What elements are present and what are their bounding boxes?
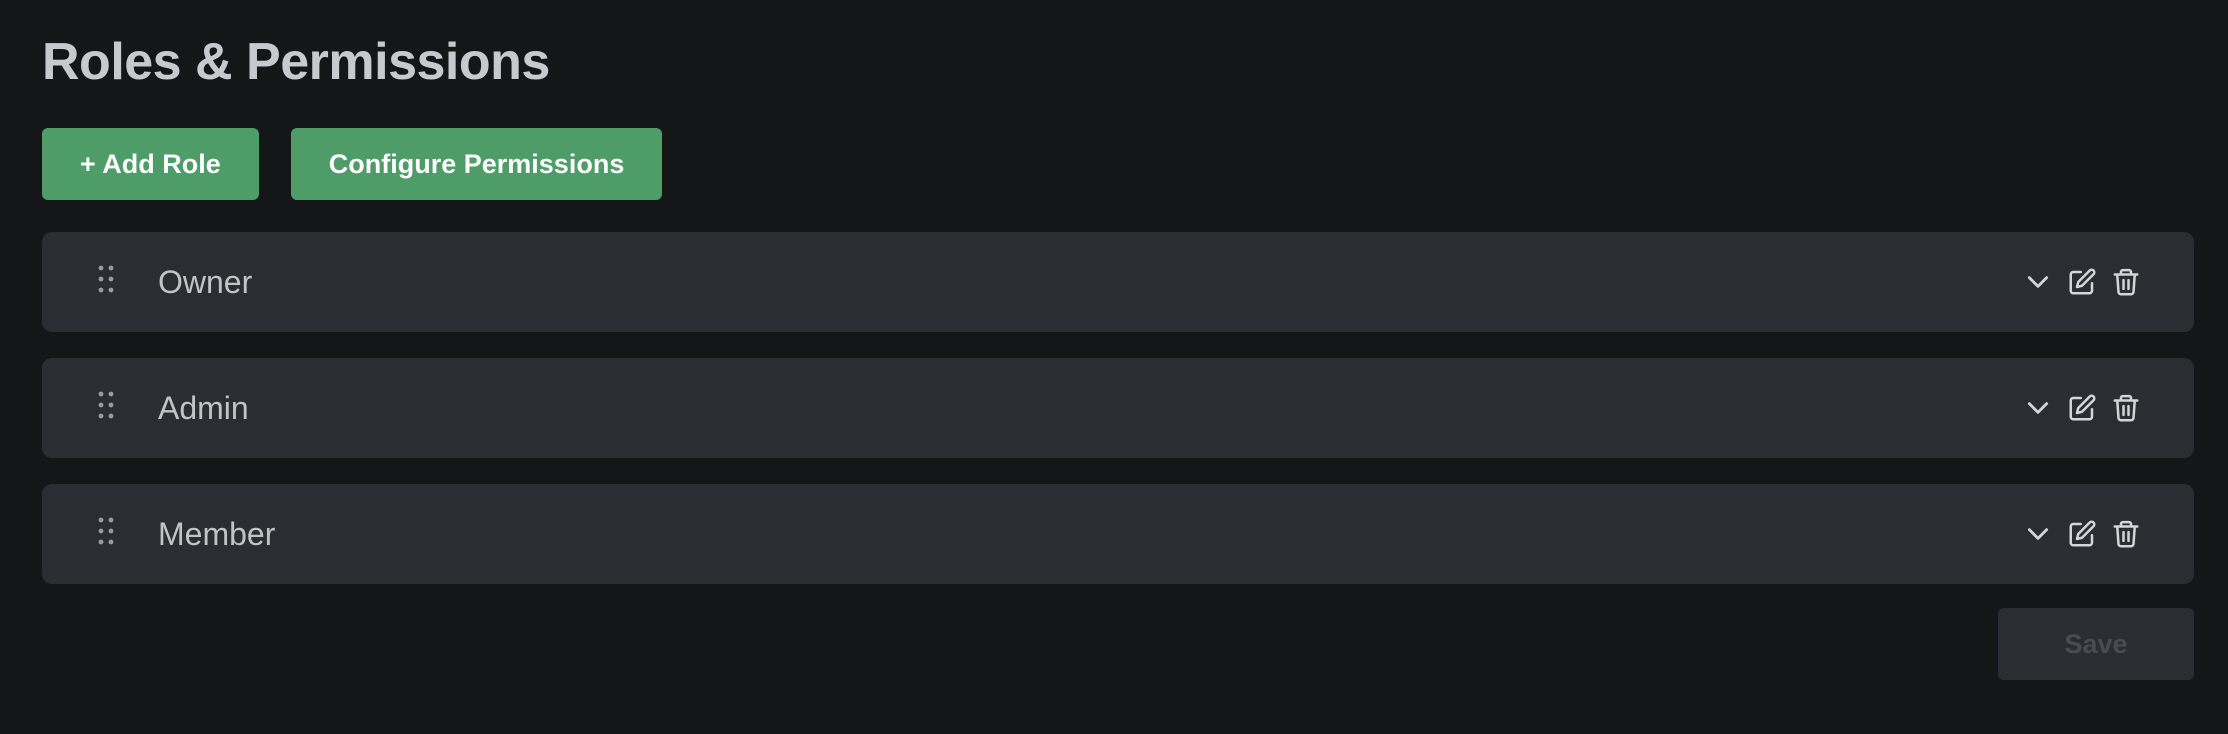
page-title: Roles & Permissions: [42, 33, 550, 91]
trash-icon[interactable]: [2110, 518, 2142, 550]
trash-icon[interactable]: [2110, 266, 2142, 298]
drag-handle-icon[interactable]: [98, 264, 114, 294]
row-actions: [2022, 392, 2142, 424]
add-role-button[interactable]: + Add Role: [42, 128, 259, 200]
row-actions: [2022, 518, 2142, 550]
trash-icon[interactable]: [2110, 392, 2142, 424]
chevron-down-icon[interactable]: [2022, 392, 2054, 424]
role-name: Owner: [158, 264, 253, 300]
drag-handle-icon[interactable]: [98, 390, 114, 420]
configure-permissions-button[interactable]: Configure Permissions: [290, 128, 663, 200]
role-row-member: Member: [42, 484, 2194, 584]
role-name: Member: [158, 516, 276, 552]
role-name: Admin: [158, 390, 249, 426]
chevron-down-icon[interactable]: [2022, 518, 2054, 550]
chevron-down-icon[interactable]: [2022, 266, 2054, 298]
edit-icon[interactable]: [2066, 266, 2098, 298]
drag-handle-icon[interactable]: [98, 516, 114, 546]
save-button[interactable]: Save: [1998, 608, 2194, 680]
edit-icon[interactable]: [2066, 392, 2098, 424]
action-bar: + Add Role Configure Permissions: [42, 128, 663, 200]
role-row-owner: Owner: [42, 232, 2194, 332]
role-row-admin: Admin: [42, 358, 2194, 458]
edit-icon[interactable]: [2066, 518, 2098, 550]
role-list: Owner Admin Member: [42, 232, 2194, 584]
row-actions: [2022, 266, 2142, 298]
